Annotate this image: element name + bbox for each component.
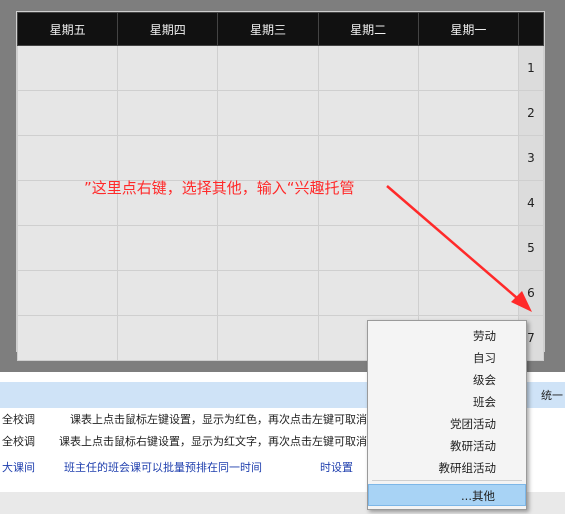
note-left-click: 课表上点击鼠标左键设置，显示为红色，再次点击左键可取消 (70, 413, 367, 426)
timetable-cell[interactable] (16, 45, 119, 91)
timetable-cell[interactable] (16, 225, 119, 271)
menu-item-research-group[interactable]: 教研组活动 (368, 457, 526, 479)
table-row: 6 (16, 270, 544, 316)
timetable-cell[interactable] (417, 225, 520, 271)
table-row: 2 (16, 90, 544, 136)
timetable-cell[interactable] (217, 225, 319, 271)
table-row: 5 (16, 225, 544, 271)
timetable-cell[interactable] (217, 270, 319, 316)
app-window: 星期五 星期四 星期三 星期二 星期一 1 2 3 4 5 6 7 这里点右键，… (0, 0, 565, 514)
note-prefix: 全校调 (2, 435, 35, 448)
day-header-thu: 星期四 (117, 12, 219, 46)
timetable-cell[interactable] (117, 90, 219, 136)
period-corner-header (518, 12, 544, 46)
timetable-cell[interactable] (16, 90, 119, 136)
timetable-cell[interactable] (417, 90, 520, 136)
timetable-cell[interactable] (16, 135, 119, 181)
menu-item-grade-meeting[interactable]: 级会 (368, 369, 526, 391)
menu-item-class-meeting[interactable]: 班会 (368, 391, 526, 413)
day-header-mon: 星期一 (417, 12, 520, 46)
day-header-fri: 星期五 (16, 12, 119, 46)
note-batch: 班主任的班会课可以批量预排在同一时间 (64, 461, 262, 474)
timetable-cell[interactable] (417, 135, 520, 181)
day-header-tue: 星期二 (317, 12, 419, 46)
menu-item-self-study[interactable]: 自习 (368, 347, 526, 369)
menu-separator (372, 480, 522, 481)
note-prefix: 大课间 (2, 461, 35, 474)
menu-item-party-activity[interactable]: 党团活动 (368, 413, 526, 435)
timetable-cell[interactable] (16, 315, 119, 361)
instruction-annotation: 这里点右键，选择其他，输入“兴趣托管” (84, 179, 355, 197)
timetable-cell[interactable] (117, 135, 219, 181)
timetable-cell[interactable] (317, 225, 419, 271)
timetable-cell[interactable] (417, 270, 520, 316)
note-time-setting: 时设置 (320, 461, 353, 474)
timetable-header-row: 星期五 星期四 星期三 星期二 星期一 (16, 12, 544, 46)
timetable-cell[interactable] (217, 45, 319, 91)
timetable-cell[interactable] (16, 270, 119, 316)
period-number: 3 (518, 135, 544, 181)
period-number: 6 (518, 270, 544, 316)
timetable-cell[interactable] (317, 135, 419, 181)
context-menu: 劳动 自习 级会 班会 党团活动 教研活动 教研组活动 其他... (367, 320, 527, 510)
timetable-cell[interactable] (317, 90, 419, 136)
menu-item-other[interactable]: 其他... (368, 484, 526, 506)
table-row: 1 (16, 45, 544, 91)
timetable-cell[interactable] (117, 315, 219, 361)
period-number: 1 (518, 45, 544, 91)
period-number: 4 (518, 180, 544, 226)
timetable-cell[interactable] (117, 270, 219, 316)
timetable-cell[interactable] (217, 315, 319, 361)
timetable-cell[interactable] (117, 45, 219, 91)
timetable-cell[interactable] (317, 45, 419, 91)
table-row: 3 (16, 135, 544, 181)
day-header-wed: 星期三 (217, 12, 319, 46)
timetable-cell[interactable] (217, 90, 319, 136)
menu-item-teaching-research[interactable]: 教研活动 (368, 435, 526, 457)
timetable-cell[interactable] (417, 180, 520, 226)
band-label: 统一 (541, 389, 563, 402)
menu-item-labor[interactable]: 劳动 (368, 325, 526, 347)
timetable-cell[interactable] (217, 135, 319, 181)
note-prefix: 全校调 (2, 413, 35, 426)
period-number: 2 (518, 90, 544, 136)
timetable-cell[interactable] (417, 45, 520, 91)
period-number: 5 (518, 225, 544, 271)
timetable-cell[interactable] (117, 225, 219, 271)
timetable-cell[interactable] (317, 270, 419, 316)
note-right-click: 课表上点击鼠标右键设置，显示为红文字，再次点击左键可取消 (59, 435, 367, 448)
